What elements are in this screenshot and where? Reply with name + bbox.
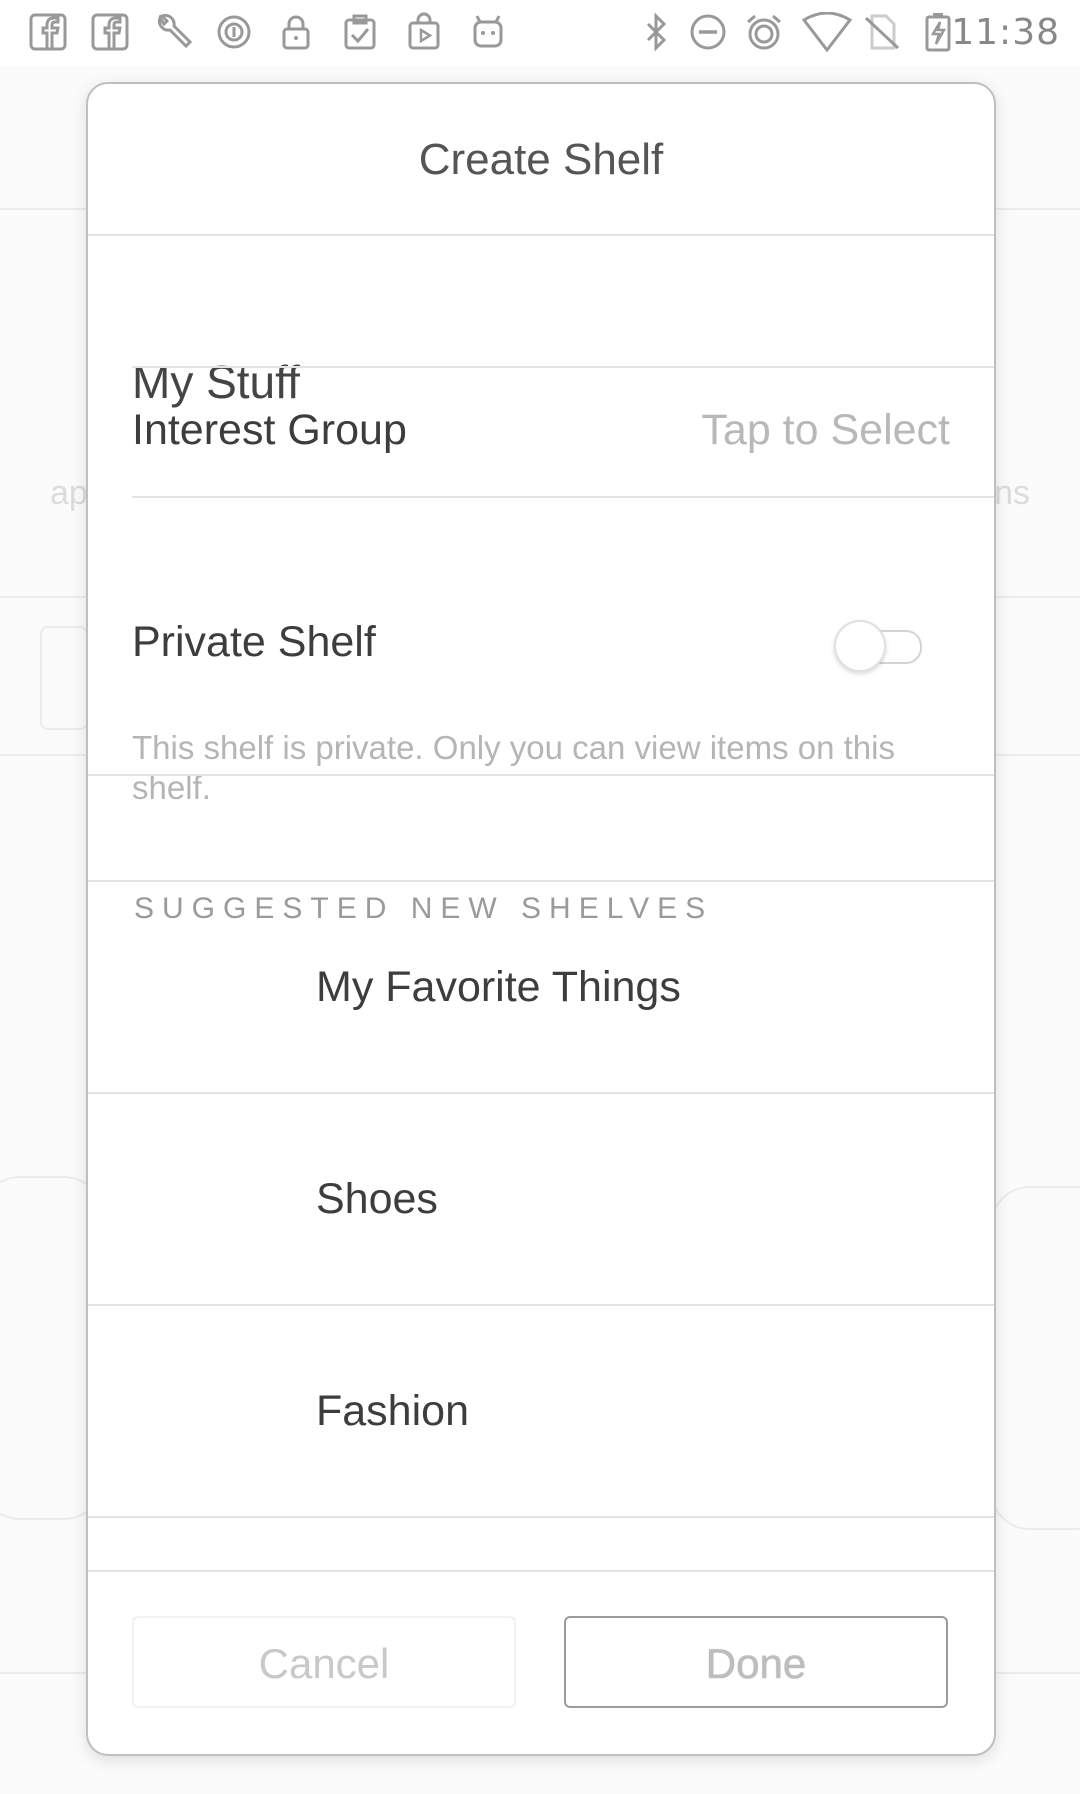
bg-illustration [990, 1186, 1080, 1530]
bg-tab-label: ap [50, 474, 88, 512]
lock-icon [276, 12, 316, 52]
divider [88, 774, 994, 776]
divider [132, 366, 994, 368]
suggestion-label: Fashion [316, 1387, 469, 1435]
bg-thumbnail [40, 626, 88, 730]
private-shelf-note: This shelf is private. Only you can view… [132, 729, 895, 806]
divider [88, 1570, 994, 1572]
interest-group-value[interactable]: Tap to Select [701, 406, 950, 455]
suggestion-item[interactable]: Shoes [88, 1094, 994, 1304]
suggestion-item[interactable]: Fashion [88, 1306, 994, 1516]
suggestion-item[interactable]: My Favorite Things [88, 882, 994, 1092]
bg-tab-label: ns [994, 474, 1030, 512]
alarm-icon [744, 12, 784, 52]
wrench-icon [152, 12, 192, 52]
suggestion-label: Shoes [316, 1175, 438, 1223]
no-sim-icon [862, 12, 902, 52]
bluetooth-icon [636, 12, 676, 52]
facebook-icon [90, 12, 130, 52]
create-shelf-dialog: Create Shelf Interest Group Tap to Selec… [86, 82, 996, 1756]
suggestion-label: My Favorite Things [316, 963, 681, 1011]
done-button[interactable]: Done [564, 1616, 948, 1708]
status-bar: 11:38 [0, 0, 1080, 66]
do-not-disturb-icon [688, 12, 728, 52]
divider [132, 496, 994, 498]
circle-i-icon [214, 12, 254, 52]
divider [88, 234, 994, 236]
android-icon [468, 12, 508, 52]
wifi-icon [802, 12, 852, 52]
clipboard-check-icon [340, 12, 380, 52]
toggle-thumb [834, 620, 886, 672]
private-shelf-label: Private Shelf [132, 618, 376, 666]
cancel-button[interactable]: Cancel [132, 1616, 516, 1708]
facebook-icon [28, 12, 68, 52]
divider [88, 1516, 994, 1518]
play-bag-icon [404, 12, 444, 52]
status-time: 11:38 [951, 12, 1060, 53]
dialog-title: Create Shelf [418, 135, 664, 184]
interest-group-label: Interest Group [132, 406, 407, 454]
private-shelf-toggle[interactable] [834, 618, 922, 672]
